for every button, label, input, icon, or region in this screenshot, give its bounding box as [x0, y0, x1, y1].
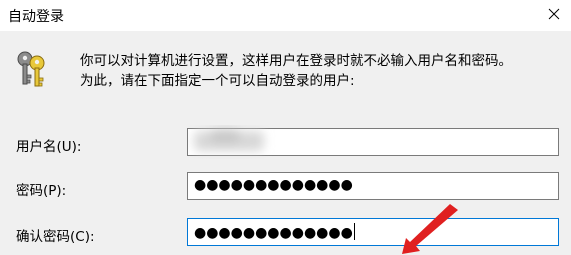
intro-line-1: 你可以对计算机进行设置，这样用户在登录时就不必输入用户名和密码。	[80, 53, 512, 69]
close-button[interactable]	[537, 0, 571, 31]
password-field[interactable]: ●●●●●●●●●●●●●	[187, 172, 559, 200]
text-caret	[353, 223, 355, 240]
confirm-password-content: ●●●●●●●●●●●●●	[194, 223, 355, 241]
password-value: ●●●●●●●●●●●●●	[194, 177, 353, 193]
confirm-password-value: ●●●●●●●●●●●●●	[194, 225, 353, 241]
red-arrow-icon	[402, 204, 458, 254]
username-redaction	[194, 129, 264, 151]
username-label: 用户名(U):	[16, 139, 82, 155]
intro-line-2: 为此，请在下面指定一个可以自动登录的用户:	[80, 73, 355, 89]
confirm-password-field[interactable]: ●●●●●●●●●●●●●	[187, 218, 559, 246]
keys-icon	[17, 51, 45, 87]
intro-text: 你可以对计算机进行设置，这样用户在登录时就不必输入用户名和密码。 为此，请在下面…	[80, 51, 560, 91]
window-title: 自动登录	[8, 9, 64, 25]
password-label: 密码(P):	[16, 183, 67, 199]
confirm-password-label: 确认密码(C):	[16, 229, 95, 245]
close-icon	[548, 8, 560, 20]
title-bar: 自动登录	[0, 0, 571, 31]
